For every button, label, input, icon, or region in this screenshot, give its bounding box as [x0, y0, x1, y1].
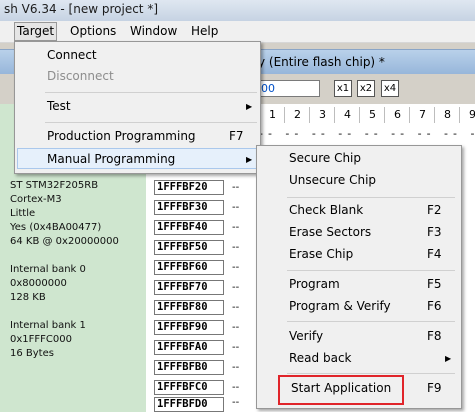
col-header: 8 — [434, 107, 460, 123]
col-header: 6 — [384, 107, 410, 123]
zoom-x4-button[interactable]: x4 — [381, 80, 399, 97]
data-cell: -- — [232, 302, 240, 313]
data-cell: -- — [232, 397, 240, 408]
document-title: y (Entire flash chip) * — [258, 55, 385, 69]
address-cell: 1FFFBFA0 — [154, 340, 224, 355]
data-cell: -- — [232, 262, 240, 273]
zoom-x2-button[interactable]: x2 — [357, 80, 375, 97]
col-header: 5 — [359, 107, 385, 123]
menu-item-secure-chip[interactable]: Secure Chip — [259, 148, 457, 169]
data-cell: -- — [232, 322, 240, 333]
address-cell: 1FFFBF90 — [154, 320, 224, 335]
address-cell: 1FFFBF50 — [154, 240, 224, 255]
window-title-bar: sh V6.34 - [new project *] — [0, 0, 475, 22]
info-device: ST STM32F205RB — [10, 180, 99, 191]
menu-help[interactable]: Help — [189, 23, 220, 39]
col-header: 7 — [409, 107, 435, 123]
data-cell: -- — [232, 382, 240, 393]
menu-item-verify[interactable]: Verify F8 — [259, 326, 457, 347]
address-cell: 1FFFBF20 — [154, 180, 224, 195]
data-cell: -- — [232, 202, 240, 213]
window-title: sh V6.34 - [new project *] — [4, 2, 159, 16]
menu-item-erase-sectors[interactable]: Erase Sectors F3 — [259, 222, 457, 243]
manual-programming-submenu: Secure Chip Unsecure Chip Check Blank F2… — [256, 145, 462, 409]
menu-window[interactable]: Window — [128, 23, 179, 39]
info-bank0-size: 128 KB — [10, 292, 46, 303]
menu-item-check-blank[interactable]: Check Blank F2 — [259, 200, 457, 221]
info-ram: 64 KB @ 0x20000000 — [10, 236, 119, 247]
menu-target[interactable]: Target — [14, 22, 58, 41]
address-cell: 1FFFBFB0 — [154, 360, 224, 375]
menu-bar: Target Options Window Help — [0, 21, 475, 43]
info-bank0: Internal bank 0 — [10, 264, 86, 275]
col-header: 1 — [259, 107, 285, 123]
data-cell: -- — [232, 182, 240, 193]
menu-separator — [287, 270, 455, 271]
col-header: 3 — [309, 107, 335, 123]
col-header: 2 — [284, 107, 310, 123]
col-header: 9 — [459, 107, 475, 123]
data-cell: -- — [232, 282, 240, 293]
start-application-highlight — [278, 375, 404, 405]
info-core: Cortex-M3 — [10, 194, 62, 205]
menu-separator — [287, 321, 455, 322]
data-cell: -- — [232, 222, 240, 233]
address-cell: 1FFFBFC0 — [154, 380, 224, 395]
address-cell: 1FFFBFD0 — [154, 397, 224, 412]
menu-item-connect[interactable]: Connect — [17, 45, 257, 66]
data-cell: -- — [232, 362, 240, 373]
submenu-arrow-icon: ▶ — [246, 155, 253, 164]
col-header: 4 — [334, 107, 360, 123]
menu-item-program[interactable]: Program F5 — [259, 274, 457, 295]
address-cell: 1FFFBF30 — [154, 200, 224, 215]
menu-separator — [45, 122, 257, 123]
menu-item-erase-chip[interactable]: Erase Chip F4 — [259, 244, 457, 265]
address-cell: 1FFFBF60 — [154, 260, 224, 275]
info-bank1-size: 16 Bytes — [10, 348, 54, 359]
info-bank1-addr: 0x1FFFC000 — [10, 334, 72, 345]
data-cell: -- — [232, 342, 240, 353]
menu-item-manual-programming[interactable]: Manual Programming ▶ — [17, 148, 257, 169]
menu-item-unsecure-chip[interactable]: Unsecure Chip — [259, 170, 457, 191]
menu-item-disconnect[interactable]: Disconnect — [17, 66, 257, 87]
address-input[interactable]: 00 — [258, 80, 320, 97]
menu-item-production-programming[interactable]: Production Programming F7 — [17, 126, 257, 147]
menu-separator — [287, 373, 455, 374]
info-idcode: Yes (0x4BA00477) — [10, 222, 102, 233]
menu-item-program-verify[interactable]: Program & Verify F6 — [259, 296, 457, 317]
info-endian: Little — [10, 208, 36, 219]
menu-separator — [287, 197, 455, 198]
info-bank0-addr: 0x8000000 — [10, 278, 67, 289]
address-cell: 1FFFBF40 — [154, 220, 224, 235]
menu-item-read-back[interactable]: Read back ▶ — [259, 348, 457, 369]
zoom-x1-button[interactable]: x1 — [334, 80, 352, 97]
data-cell: -- — [232, 242, 240, 253]
submenu-arrow-icon: ▶ — [445, 354, 452, 363]
header-dash-row: -- -- -- -- -- -- -- -- -- — [259, 127, 475, 140]
address-cell: 1FFFBF80 — [154, 300, 224, 315]
info-bank1: Internal bank 1 — [10, 320, 86, 331]
submenu-arrow-icon: ▶ — [246, 102, 253, 111]
menu-item-test[interactable]: Test ▶ — [17, 96, 257, 117]
menu-separator — [45, 92, 257, 93]
target-menu: Connect Disconnect Test ▶ Production Pro… — [14, 41, 261, 174]
address-cell: 1FFFBF70 — [154, 280, 224, 295]
menu-options[interactable]: Options — [68, 23, 118, 39]
